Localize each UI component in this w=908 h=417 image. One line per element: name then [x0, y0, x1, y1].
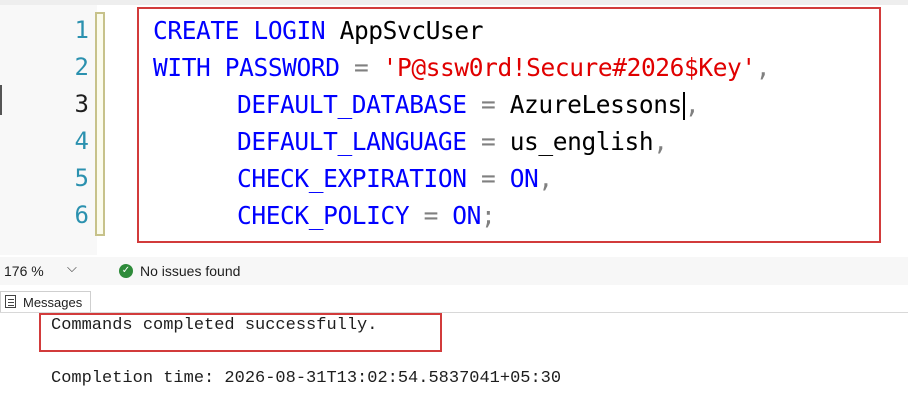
option-keyword: CHECK_EXPIRATION	[237, 164, 467, 193]
comma: ,	[755, 53, 771, 82]
string-literal: 'P@ssw0rd!Secure#2026$Key'	[382, 53, 757, 82]
keyword: PASSWORD	[224, 53, 340, 82]
code-line-6[interactable]: CHECK_POLICY = ON;	[237, 197, 496, 234]
issues-status[interactable]: No issues found	[140, 263, 240, 279]
operator: =	[480, 90, 496, 119]
current-line-marker	[0, 85, 2, 115]
option-value: ON	[509, 164, 539, 193]
code-line-2[interactable]: WITH PASSWORD = 'P@ssw0rd!Secure#2026$Ke…	[153, 49, 771, 86]
keyword: CREATE	[153, 16, 240, 45]
comma: ,	[653, 127, 668, 156]
messages-icon	[5, 295, 16, 308]
change-tracking-bar	[95, 12, 105, 236]
code-line-5[interactable]: CHECK_EXPIRATION = ON,	[237, 160, 553, 197]
line-number: 6	[74, 201, 89, 229]
status-bar: 176 % ⌵ ✓ No issues found	[0, 257, 908, 285]
keyword: WITH	[153, 53, 211, 82]
chevron-down-icon[interactable]: ⌵	[67, 260, 77, 276]
operator: =	[480, 127, 496, 156]
operator: =	[423, 201, 439, 230]
option-keyword: CHECK_POLICY	[237, 201, 410, 230]
check-circle-icon: ✓	[119, 264, 133, 278]
operator: =	[480, 164, 496, 193]
query-editor[interactable]: 1 2 3 4 5 6 CREATE LOGIN AppSvcUser WITH…	[0, 5, 908, 255]
zoom-level[interactable]: 176 %	[4, 263, 44, 279]
line-number: 1	[74, 16, 89, 44]
code-line-1[interactable]: CREATE LOGIN AppSvcUser	[153, 12, 484, 49]
option-keyword: DEFAULT_LANGUAGE	[237, 127, 467, 156]
tab-messages-label: Messages	[23, 295, 83, 310]
keyword: LOGIN	[253, 16, 326, 45]
line-number-gutter: 1 2 3 4 5 6	[0, 5, 97, 255]
code-line-4[interactable]: DEFAULT_LANGUAGE = us_english,	[237, 123, 668, 160]
identifier: AppSvcUser	[339, 16, 484, 45]
code-line-3[interactable]: DEFAULT_DATABASE = AzureLessons,	[237, 86, 700, 123]
option-value: us_english	[509, 127, 654, 156]
completion-time: Completion time: 2026-08-31T13:02:54.583…	[51, 369, 562, 388]
tab-messages[interactable]: Messages	[0, 291, 91, 313]
line-number: 4	[74, 127, 89, 155]
statement-terminator: ;	[480, 201, 496, 230]
operator: =	[353, 53, 369, 82]
result-highlight-box	[39, 313, 442, 352]
option-keyword: DEFAULT_DATABASE	[237, 90, 467, 119]
option-value: AzureLessons	[509, 90, 683, 119]
line-number: 5	[74, 164, 89, 192]
line-number: 2	[74, 53, 89, 81]
comma: ,	[684, 90, 700, 119]
option-value: ON	[452, 201, 481, 230]
line-number-current: 3	[74, 90, 89, 118]
comma: ,	[538, 164, 553, 193]
